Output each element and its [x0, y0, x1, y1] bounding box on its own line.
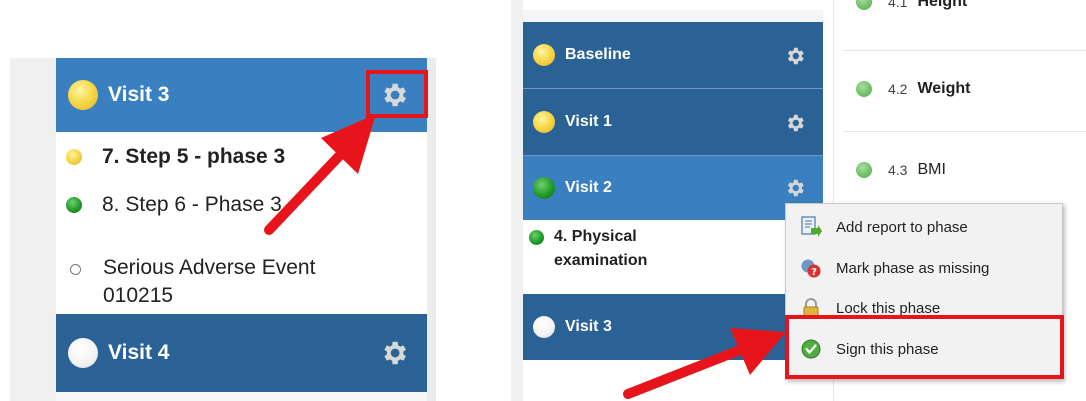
list-item[interactable]: 7. Step 5 - phase 3	[66, 145, 285, 169]
gear-icon[interactable]	[784, 177, 806, 199]
phase-header-visit-4[interactable]: Visit 4	[56, 314, 427, 392]
red-arrow-icon	[623, 328, 786, 399]
left-panel-footer	[56, 392, 427, 401]
status-yellow-icon	[533, 111, 555, 133]
highlight-box	[785, 315, 1064, 379]
item-label-line1: Serious Adverse Event	[103, 256, 316, 279]
separator	[843, 131, 1086, 132]
field-label: Weight	[917, 80, 971, 97]
phase-label: Baseline	[565, 46, 631, 63]
gear-icon[interactable]	[784, 112, 806, 134]
status-white-icon	[533, 316, 555, 338]
gear-icon[interactable]	[784, 45, 806, 67]
status-yellow-icon	[66, 149, 82, 165]
phase-label: Visit 4	[108, 341, 170, 364]
separator	[843, 50, 1086, 51]
gear-icon[interactable]	[379, 338, 409, 368]
red-arrow-icon	[264, 114, 376, 235]
status-green-icon	[856, 162, 872, 178]
menu-item-mark-missing[interactable]: ? Mark phase as missing	[800, 257, 989, 279]
phase-label: Visit 2	[565, 179, 612, 196]
field-row[interactable]: 4.2 Weight	[856, 80, 971, 98]
phase-header-visit-1[interactable]: Visit 1	[523, 89, 823, 155]
field-row[interactable]: 4.1 Height	[856, 0, 967, 22]
menu-item-add-report[interactable]: Add report to phase	[800, 216, 968, 238]
svg-text:?: ?	[811, 267, 817, 278]
field-row[interactable]: 4.3 BMI	[856, 161, 946, 179]
list-item[interactable]: 4. Physical examination	[529, 226, 647, 273]
menu-item-label: Lock this phase	[836, 299, 941, 317]
phase-label: Visit 3	[565, 318, 612, 335]
field-number: 4.1	[888, 0, 908, 10]
status-green-icon	[856, 81, 872, 97]
right-sidebar-top	[523, 10, 823, 22]
field-label: Height	[917, 0, 968, 10]
list-item[interactable]: Serious Adverse Event 010215	[66, 256, 315, 310]
item-label-line1: 4. Physical	[554, 228, 637, 245]
status-yellow-icon	[68, 80, 98, 110]
phase-header-baseline[interactable]: Baseline	[523, 22, 823, 88]
field-label: BMI	[917, 161, 946, 178]
item-label-line2: examination	[554, 252, 648, 269]
status-green-icon	[529, 230, 544, 245]
left-sidebar-border	[427, 58, 436, 401]
status-green-icon	[533, 177, 555, 199]
phase-label: Visit 3	[108, 83, 170, 106]
add-report-icon	[800, 216, 822, 238]
field-number: 4.2	[888, 81, 908, 97]
phase-header-visit-2[interactable]: Visit 2	[523, 156, 823, 220]
mark-missing-icon: ?	[800, 257, 822, 279]
list-item[interactable]: 8. Step 6 - Phase 3	[66, 193, 282, 217]
field-number: 4.3	[888, 162, 908, 178]
status-yellow-icon	[533, 44, 555, 66]
status-green-icon	[66, 197, 82, 213]
menu-item-label: Mark phase as missing	[836, 259, 990, 277]
status-empty-icon	[70, 264, 81, 275]
phase-label: Visit 1	[565, 113, 612, 130]
menu-item-label: Add report to phase	[836, 218, 968, 236]
right-sidebar-border	[511, 0, 523, 401]
status-white-icon	[68, 338, 98, 368]
item-label-line2: 010215	[103, 284, 174, 307]
status-green-icon	[856, 0, 872, 10]
